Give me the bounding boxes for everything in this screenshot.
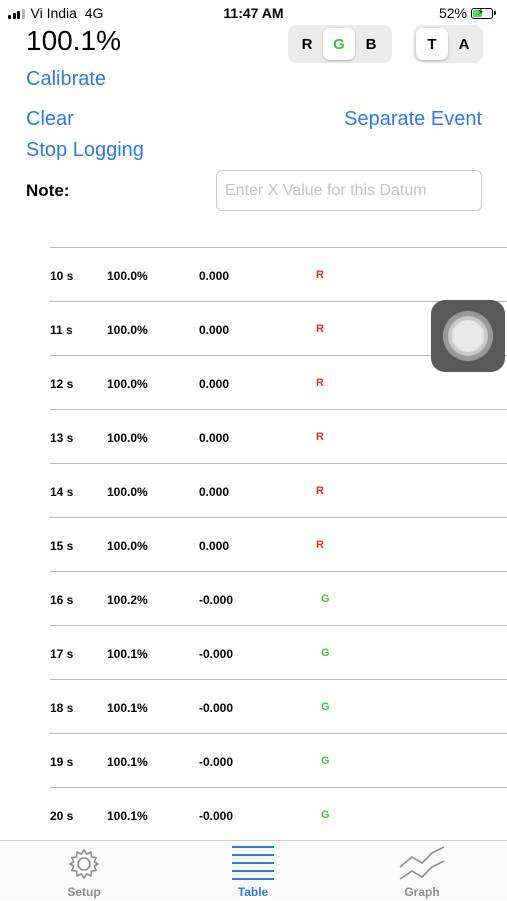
row-channel: G [321, 647, 330, 659]
stop-logging-button[interactable]: Stop Logging [26, 139, 144, 162]
row-time: 17 s [50, 647, 74, 661]
tab-setup[interactable]: Setup [24, 841, 144, 901]
status-bar-right: 52% ⚡ [438, 5, 496, 21]
row-value: -0.000 [199, 701, 234, 715]
row-time: 18 s [50, 701, 74, 715]
gear-icon [68, 848, 100, 880]
row-time: 13 s [50, 431, 74, 445]
row-time: 16 s [50, 593, 74, 607]
table-row: 15 s 100.0% 0.000 R [50, 518, 507, 572]
row-value: -0.000 [199, 809, 234, 823]
row-time: 14 s [50, 485, 74, 499]
row-time: 10 s [50, 269, 74, 283]
row-channel: R [316, 269, 324, 281]
table-row: 18 s 100.1% -0.000 G [50, 680, 507, 734]
row-channel: G [321, 701, 330, 713]
note-label: Note: [26, 181, 70, 200]
row-time: 12 s [50, 377, 74, 391]
tab-table-label: Table [237, 885, 269, 899]
status-time: 11:47 AM [223, 5, 284, 21]
row-percent: 100.2% [107, 593, 148, 607]
row-value: -0.000 [199, 647, 234, 661]
row-percent: 100.1% [107, 701, 148, 715]
row-value: 0.000 [199, 485, 230, 499]
row-percent: 100.0% [107, 539, 148, 553]
row-value: -0.000 [199, 755, 234, 769]
battery-icon: ⚡ [471, 7, 496, 19]
row-channel: R [316, 431, 324, 443]
color-channel-segment: R G B [288, 25, 392, 63]
note-x-value-input[interactable] [216, 170, 482, 211]
row-time: 19 s [50, 755, 74, 769]
segment-g-button[interactable]: G [323, 28, 355, 60]
row-value: 0.000 [199, 269, 230, 283]
table-row: 19 s 100.1% -0.000 G [50, 734, 507, 788]
row-percent: 100.0% [107, 431, 148, 445]
row-value: 0.000 [199, 431, 230, 445]
assistive-touch-button[interactable] [431, 300, 505, 372]
table-row: 10 s 100.0% 0.000 R [50, 248, 507, 302]
row-value: 0.000 [199, 377, 230, 391]
row-percent: 100.1% [107, 647, 148, 661]
segment-a-button[interactable]: A [448, 28, 480, 60]
table-row: 16 s 100.2% -0.000 G [50, 572, 507, 626]
separate-event-button[interactable]: Separate Event [344, 108, 482, 131]
row-percent: 100.1% [107, 755, 148, 769]
tab-bar: Setup Table Graph [0, 840, 507, 900]
table-row: 13 s 100.0% 0.000 R [50, 410, 507, 464]
row-channel: R [316, 323, 324, 335]
row-channel: R [316, 377, 324, 389]
row-percent: 100.0% [107, 377, 148, 391]
row-percent: 100.1% [107, 809, 148, 823]
tab-graph[interactable]: Graph [362, 841, 482, 901]
segment-r-button[interactable]: R [291, 28, 323, 60]
status-bar: Vi India 4G 11:47 AM 52% ⚡ [0, 0, 507, 26]
row-value: -0.000 [199, 593, 234, 607]
table-row: 14 s 100.0% 0.000 R [50, 464, 507, 518]
row-channel: R [316, 485, 324, 497]
row-percent: 100.0% [107, 485, 148, 499]
row-percent: 100.0% [107, 269, 148, 283]
row-time: 15 s [50, 539, 74, 553]
clear-button[interactable]: Clear [26, 108, 74, 131]
calibrate-button[interactable]: Calibrate [26, 68, 106, 91]
row-value: 0.000 [199, 323, 230, 337]
row-channel: G [321, 809, 330, 821]
row-channel: G [321, 593, 330, 605]
row-channel: R [316, 539, 324, 551]
battery-percent: 52% [438, 5, 467, 21]
mode-segment: T A [413, 25, 483, 63]
row-time: 20 s [50, 809, 74, 823]
graph-icon [399, 846, 445, 880]
row-channel: G [321, 755, 330, 767]
row-time: 11 s [50, 323, 73, 337]
segment-b-button[interactable]: B [355, 28, 387, 60]
row-value: 0.000 [199, 539, 230, 553]
tab-graph-label: Graph [404, 885, 440, 899]
current-reading: 100.1% [26, 25, 121, 56]
table-row: 20 s 100.1% -0.000 G [50, 788, 507, 842]
tab-table[interactable]: Table [193, 841, 313, 901]
row-percent: 100.0% [107, 323, 148, 337]
tab-setup-label: Setup [67, 885, 101, 899]
table-lines-icon [232, 846, 274, 880]
segment-t-button[interactable]: T [416, 28, 448, 60]
table-row: 17 s 100.1% -0.000 G [50, 626, 507, 680]
